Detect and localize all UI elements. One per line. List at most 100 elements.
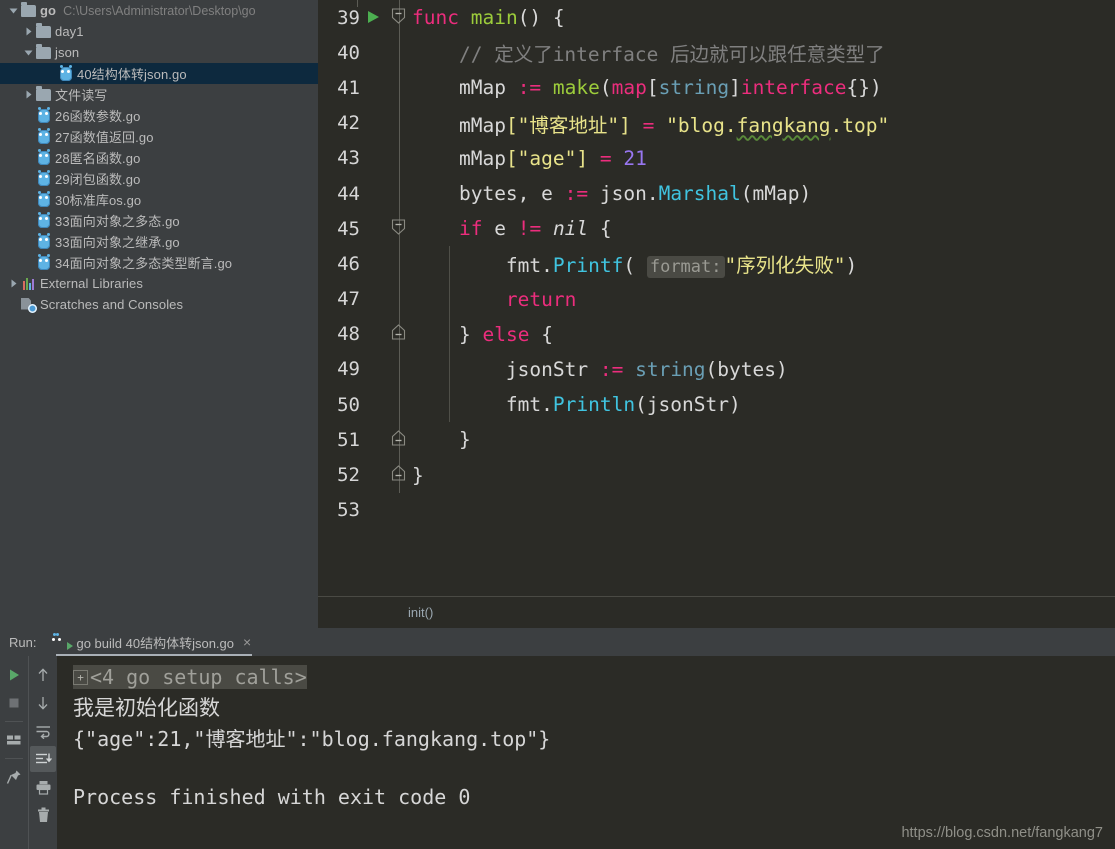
code-line[interactable]: 49 jsonStr := string(bytes) — [318, 351, 1115, 388]
tree-item-2[interactable]: json — [0, 42, 318, 63]
tree-item-5[interactable]: 26函数参数.go — [0, 105, 318, 126]
code-line[interactable]: 51 } — [318, 422, 1115, 458]
code-line[interactable]: 41 mMap := make(map[string]interface{}) — [318, 70, 1115, 106]
printer-icon[interactable] — [30, 774, 56, 800]
tree-item-13[interactable]: External Libraries — [0, 273, 318, 294]
scroll-to-end-icon[interactable] — [30, 746, 56, 772]
chevron-right-icon[interactable] — [22, 25, 35, 38]
run-tab[interactable]: go build 40结构体转json.go × — [50, 628, 257, 656]
fold-scope-line — [398, 175, 400, 212]
go-file-icon — [57, 65, 74, 82]
arrow-up-icon[interactable] — [30, 662, 56, 688]
tree-item-label: 29闭包函数.go — [55, 172, 141, 187]
code-line[interactable]: 50 fmt.Println(jsonStr) — [318, 387, 1115, 423]
gutter[interactable] — [360, 351, 412, 388]
breadcrumb[interactable]: init() — [408, 605, 433, 620]
code-line[interactable]: 42 mMap["博客地址"] = "blog.fangkang.top" — [318, 105, 1115, 141]
tree-arrow-placeholder — [22, 256, 35, 269]
fold-collapse-icon[interactable] — [391, 6, 406, 29]
folded-calls-label[interactable]: <4 go setup calls> — [90, 665, 307, 689]
gutter[interactable] — [360, 493, 412, 528]
folder-icon — [35, 43, 52, 61]
tree-item-label: 27函数值返回.go — [55, 130, 154, 145]
tree-item-0[interactable]: go C:\Users\Administrator\Desktop\go — [0, 0, 318, 21]
tree-item-label: day1 — [55, 24, 84, 39]
gutter[interactable] — [360, 281, 412, 317]
gutter[interactable] — [360, 140, 412, 176]
code-content[interactable]: 39 func main() {40 // 定义了interface 后边就可以跟… — [318, 0, 1115, 528]
code-line[interactable]: 39 func main() { — [318, 0, 1115, 36]
gutter[interactable] — [360, 70, 412, 106]
rerun-button[interactable] — [1, 662, 27, 688]
gutter[interactable] — [360, 211, 412, 247]
fold-end-icon[interactable] — [391, 464, 406, 487]
gutter[interactable] — [360, 457, 412, 493]
gutter[interactable] — [360, 422, 412, 458]
tree-item-7[interactable]: 28匿名函数.go — [0, 147, 318, 168]
gutter[interactable] — [360, 387, 412, 423]
project-tree[interactable]: go C:\Users\Administrator\Desktop\go day1 j… — [0, 0, 318, 315]
console-output[interactable]: + <4 go setup calls> 我是初始化函数 {"age":21,"博… — [57, 656, 1115, 849]
console-line-folded[interactable]: + <4 go setup calls> — [57, 662, 1115, 692]
stop-button[interactable] — [1, 690, 27, 716]
code-line[interactable]: 48 } else { — [318, 316, 1115, 352]
arrow-down-icon[interactable] — [30, 690, 56, 716]
tree-item-label: 40结构体转json.go — [77, 67, 187, 82]
chevron-right-icon[interactable] — [7, 277, 20, 290]
gutter[interactable] — [360, 316, 412, 352]
run-gutter-icon[interactable] — [366, 6, 381, 29]
tree-item-11[interactable]: 33面向对象之继承.go — [0, 231, 318, 252]
tree-item-12[interactable]: 34面向对象之多态类型断言.go — [0, 252, 318, 273]
run-toolbar-secondary[interactable] — [28, 656, 57, 849]
chevron-down-icon[interactable] — [22, 46, 35, 59]
code-text: mMap["age"] = 21 — [458, 146, 647, 170]
go-file-icon — [35, 128, 52, 145]
run-toolbar-primary[interactable] — [0, 656, 28, 849]
tree-item-14[interactable]: Scratches and Consoles — [0, 294, 318, 315]
tree-arrow-placeholder — [22, 109, 35, 122]
go-file-icon — [35, 233, 52, 250]
soft-wrap-icon[interactable] — [30, 718, 56, 744]
gutter[interactable] — [360, 175, 412, 212]
gutter[interactable] — [360, 105, 412, 141]
editor-breadcrumb-bar[interactable]: init() — [318, 596, 1115, 628]
gutter[interactable] — [360, 35, 412, 71]
chevron-right-icon[interactable] — [22, 88, 35, 101]
tree-item-3[interactable]: 40结构体转json.go — [0, 63, 318, 84]
code-line[interactable]: 53 — [318, 493, 1115, 528]
code-line[interactable]: 52} — [318, 457, 1115, 493]
tree-item-4[interactable]: 文件读写 — [0, 84, 318, 105]
gutter[interactable] — [360, 0, 412, 36]
indent-guide — [449, 246, 450, 282]
code-text: } — [412, 463, 424, 487]
fold-end-icon[interactable] — [391, 428, 406, 451]
chevron-down-icon[interactable] — [7, 4, 20, 17]
gutter[interactable] — [360, 246, 412, 282]
pin-icon[interactable] — [1, 764, 27, 790]
code-line[interactable]: 44 bytes, e := json.Marshal(mMap) — [318, 175, 1115, 212]
tree-item-9[interactable]: 30标准库os.go — [0, 189, 318, 210]
code-line[interactable]: 46 fmt.Printf( format: "序列化失败") — [318, 246, 1115, 282]
code-line[interactable]: 45 if e != nil { — [318, 211, 1115, 247]
tree-item-8[interactable]: 29闭包函数.go — [0, 168, 318, 189]
code-line[interactable]: 40 // 定义了interface 后边就可以跟任意类型了 — [318, 35, 1115, 71]
code-line[interactable]: 43 mMap["age"] = 21 — [318, 140, 1115, 176]
tree-item-label: 33面向对象之多态.go — [55, 214, 180, 229]
tree-item-6[interactable]: 27函数值返回.go — [0, 126, 318, 147]
line-number: 39 — [337, 6, 360, 29]
fold-end-icon[interactable] — [391, 323, 406, 346]
tree-item-1[interactable]: day1 — [0, 21, 318, 42]
fold-collapse-icon[interactable] — [391, 217, 406, 240]
layout-button[interactable] — [1, 727, 27, 753]
editor-scroll-area[interactable]: } 39 func main() {40 // 定义了interface 后边就可… — [318, 0, 1115, 597]
project-tree-panel[interactable]: go C:\Users\Administrator\Desktop\go day1 j… — [0, 0, 318, 628]
code-line[interactable]: 47 return — [318, 281, 1115, 317]
code-editor[interactable]: } 39 func main() {40 // 定义了interface 后边就可… — [318, 0, 1115, 628]
fold-scope-line — [398, 70, 400, 106]
trash-icon[interactable] — [30, 802, 56, 828]
close-icon[interactable]: × — [243, 634, 251, 650]
tree-item-10[interactable]: 33面向对象之多态.go — [0, 210, 318, 231]
code-text: // 定义了interface 后边就可以跟任意类型了 — [458, 43, 885, 67]
expand-icon[interactable]: + — [73, 669, 88, 685]
tree-item-label: Scratches and Consoles — [40, 297, 184, 312]
